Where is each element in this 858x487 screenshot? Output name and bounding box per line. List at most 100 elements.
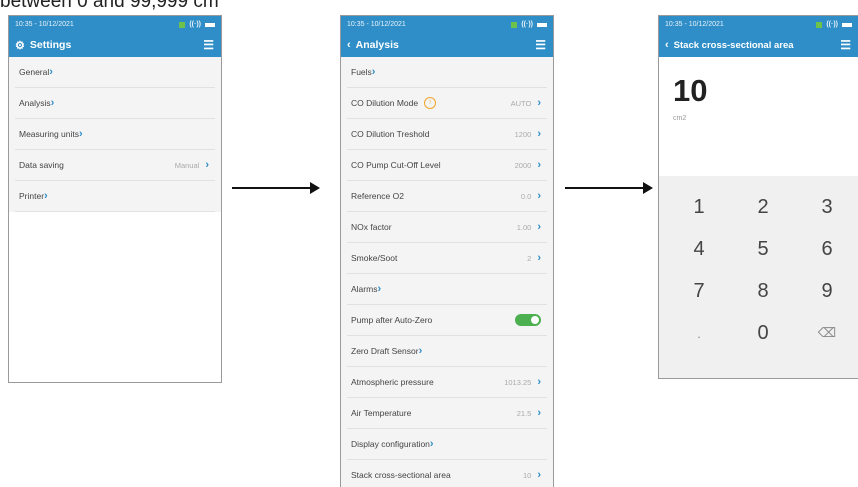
analysis-screen: 10:35 - 10/12/2021 ((·)) ‹ Analysis ☰ Fu… [341, 16, 553, 487]
chevron-right-icon: › [537, 469, 541, 481]
battery-icon [537, 22, 547, 27]
value-display[interactable]: 10 cm2 [659, 57, 858, 132]
list-item-label: Atmospheric pressure [351, 377, 434, 387]
analysis-list: Fuels › CO Dilution Mode! AUTO › CO Dilutio… [341, 57, 553, 487]
key-decimal[interactable]: . [667, 312, 731, 354]
analysis-item-display-configuration[interactable]: Display configuration › [347, 429, 547, 460]
status-bar: 10:35 - 10/12/2021 ((·)) [9, 16, 221, 33]
key-8[interactable]: 8 [731, 270, 795, 312]
key-2[interactable]: 2 [731, 186, 795, 228]
list-item-label: Fuels [351, 67, 372, 77]
status-time: 10:35 - 10/12/2021 [665, 21, 724, 28]
status-bar: 10:35 - 10/12/2021 ((·)) [659, 16, 858, 33]
key-1[interactable]: 1 [667, 186, 731, 228]
hamburger-menu-icon[interactable]: ☰ [203, 38, 214, 52]
list-item-label: Smoke/Soot [351, 253, 398, 263]
chevron-right-icon: › [418, 345, 423, 357]
numeric-keypad: 1 2 3 4 5 6 7 8 9 . 0 ⌫ [659, 176, 858, 378]
stack-area-title: Stack cross-sectional area [673, 39, 794, 51]
chevron-right-icon: › [537, 159, 541, 171]
analysis-item-fuels[interactable]: Fuels › [347, 57, 547, 88]
analysis-item-atmospheric-pressure[interactable]: Atmospheric pressure 1013.25 › [347, 367, 547, 398]
shield-badge-icon: ! [424, 97, 437, 109]
hamburger-menu-icon[interactable]: ☰ [840, 38, 851, 52]
list-item-value: 1200 [514, 129, 532, 139]
back-chevron-icon[interactable]: ‹ [665, 39, 669, 51]
analysis-item-reference-o2[interactable]: Reference O2 0.0 › [347, 181, 547, 212]
list-item-label: Alarms [351, 284, 378, 294]
key-5[interactable]: 5 [731, 228, 795, 270]
status-time: 10:35 - 10/12/2021 [15, 21, 74, 28]
list-item-value: 1013.25 [504, 377, 532, 387]
list-item-label: General [19, 67, 50, 77]
list-item-value: 2000 [514, 160, 532, 170]
status-time: 10:35 - 10/12/2021 [347, 21, 406, 28]
wireless-icon: ((·)) [189, 21, 201, 28]
chevron-right-icon: › [537, 97, 541, 109]
settings-item-measuring-units[interactable]: Measuring units › [15, 119, 215, 150]
settings-item-data-saving[interactable]: Data saving Manual › [15, 150, 215, 181]
analysis-item-nox-factor[interactable]: NOx factor 1.00 › [347, 212, 547, 243]
chevron-right-icon: › [79, 128, 83, 140]
settings-screen: 10:35 - 10/12/2021 ((·)) ⚙ Settings ☰ Ge… [9, 16, 221, 382]
chevron-right-icon: › [537, 128, 541, 140]
settings-item-analysis[interactable]: Analysis › [15, 88, 215, 119]
list-item-label: CO Pump Cut-Off Level [351, 160, 441, 170]
signal-icon [816, 21, 823, 28]
unit-label: cm2 [673, 115, 687, 122]
back-chevron-icon[interactable]: ‹ [347, 39, 351, 51]
backspace-icon[interactable]: ⌫ [795, 312, 858, 354]
list-item-value: 1.00 [516, 222, 532, 232]
chevron-right-icon: › [50, 97, 55, 109]
analysis-item-zero-draft-sensor[interactable]: Zero Draft Sensor › [347, 336, 547, 367]
chevron-right-icon: › [429, 438, 434, 450]
list-item-label: Data saving [19, 160, 64, 170]
chevron-right-icon: › [537, 376, 541, 388]
analysis-item-air-temperature[interactable]: Air Temperature 21.5 › [347, 398, 547, 429]
settings-list: General › Analysis › Measuring units › Data… [9, 57, 221, 212]
list-item-label: Pump after Auto-Zero [351, 315, 433, 325]
battery-icon [842, 22, 852, 27]
analysis-item-alarms[interactable]: Alarms › [347, 274, 547, 305]
settings-item-general[interactable]: General › [15, 57, 215, 88]
list-item-label: CO Dilution Mode [351, 98, 419, 108]
signal-icon [179, 21, 186, 28]
analysis-item-co-dilution-mode[interactable]: CO Dilution Mode! AUTO › [347, 88, 547, 119]
gear-icon: ⚙ [15, 39, 25, 52]
analysis-item-smoke-soot[interactable]: Smoke/Soot 2 › [347, 243, 547, 274]
stack-area-screen: 10:35 - 10/12/2021 ((·)) ‹ Stack cross-s… [659, 16, 858, 378]
list-item-label: Zero Draft Sensor [351, 346, 419, 356]
analysis-item-pump-after-autozero: Pump after Auto-Zero [347, 305, 547, 336]
chevron-right-icon: › [537, 190, 541, 202]
key-9[interactable]: 9 [795, 270, 858, 312]
chevron-right-icon: › [371, 66, 376, 78]
signal-icon [511, 21, 518, 28]
key-6[interactable]: 6 [795, 228, 858, 270]
wireless-icon: ((·)) [521, 21, 533, 28]
wireless-icon: ((·)) [826, 21, 838, 28]
key-7[interactable]: 7 [667, 270, 731, 312]
chevron-right-icon: › [537, 221, 541, 233]
chevron-right-icon: › [537, 407, 541, 419]
key-0[interactable]: 0 [731, 312, 795, 354]
hamburger-menu-icon[interactable]: ☰ [535, 38, 546, 52]
analysis-item-stack-area[interactable]: Stack cross-sectional area 10 › [347, 460, 547, 487]
list-item-value: Manual [174, 160, 200, 170]
analysis-header: ‹ Analysis ☰ [341, 33, 553, 57]
list-item-value: 10 [522, 470, 532, 480]
analysis-item-co-pump-cutoff[interactable]: CO Pump Cut-Off Level 2000 › [347, 150, 547, 181]
pump-autozero-toggle[interactable] [515, 314, 541, 326]
list-item-value: AUTO [510, 98, 532, 108]
settings-header: ⚙ Settings ☰ [9, 33, 221, 57]
key-4[interactable]: 4 [667, 228, 731, 270]
chevron-right-icon: › [49, 66, 53, 78]
list-item-label: Measuring units [19, 129, 80, 139]
list-item-label: CO Dilution Treshold [351, 129, 430, 139]
settings-item-printer[interactable]: Printer › [15, 181, 215, 212]
arrow-right-icon [565, 182, 653, 194]
chevron-right-icon: › [205, 159, 209, 171]
stack-area-header: ‹ Stack cross-sectional area ☰ [659, 33, 858, 57]
analysis-item-co-dilution-treshold[interactable]: CO Dilution Treshold 1200 › [347, 119, 547, 150]
analysis-title: Analysis [355, 39, 399, 51]
key-3[interactable]: 3 [795, 186, 858, 228]
